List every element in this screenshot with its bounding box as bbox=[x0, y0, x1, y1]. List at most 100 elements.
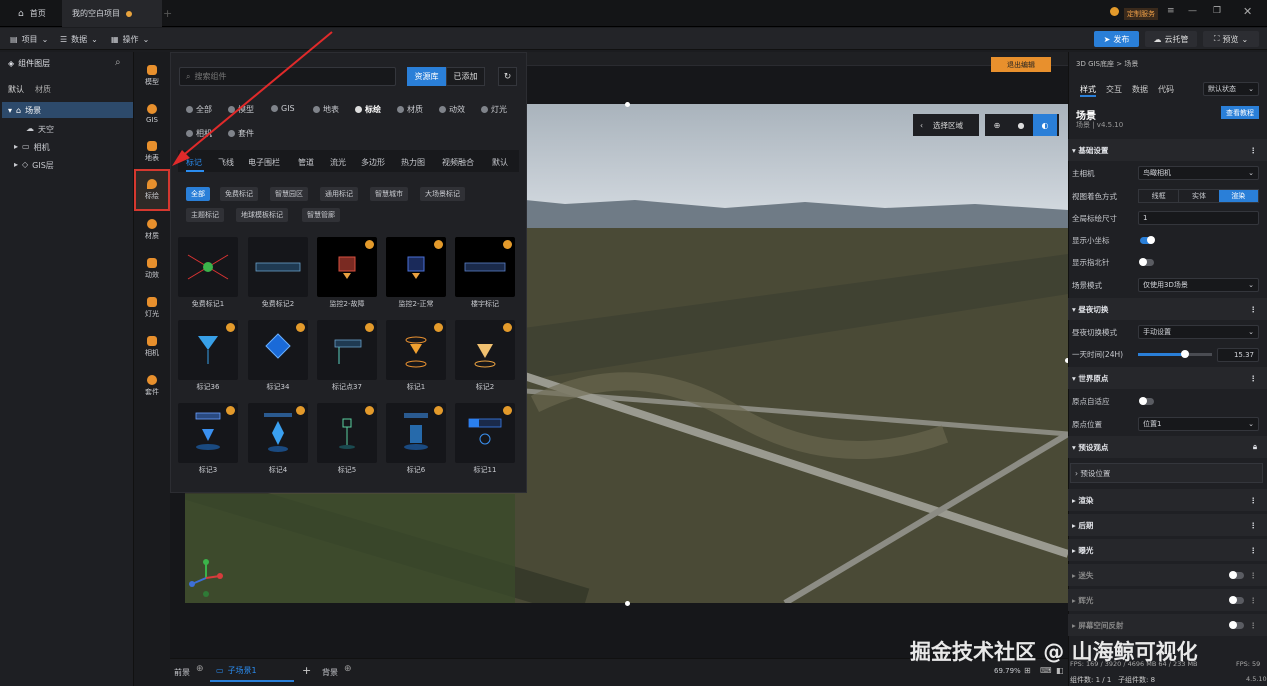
section-daynight[interactable]: ▾ 昼夜切换 ⋮ bbox=[1068, 298, 1267, 320]
section-post[interactable]: ▸ 后期 ⋮ bbox=[1068, 514, 1267, 536]
subtab-video[interactable]: 视频融合 bbox=[442, 157, 474, 168]
chip-theme[interactable]: 主题标记 bbox=[186, 208, 224, 222]
close-icon[interactable]: ✕ bbox=[1243, 5, 1252, 18]
data-menu[interactable]: ☰ 数据 ⌄ bbox=[60, 28, 98, 50]
search-icon[interactable]: ⌕ bbox=[115, 57, 121, 68]
filter-marker[interactable]: 标绘 bbox=[355, 104, 381, 115]
state-select[interactable]: 默认状态 ⌄ bbox=[1203, 82, 1259, 96]
added-button[interactable]: 已添加 bbox=[446, 67, 485, 86]
resize-handle-bottom[interactable] bbox=[625, 601, 630, 606]
layer-tab-default[interactable]: 默认 bbox=[8, 84, 24, 95]
marker-card[interactable] bbox=[317, 320, 377, 380]
layer-tab-material[interactable]: 材质 bbox=[35, 84, 51, 95]
wireframe-globe-icon[interactable]: ⊕ bbox=[985, 121, 1009, 130]
ops-menu[interactable]: ▦ 操作 ⌄ bbox=[111, 28, 149, 50]
layer-item-scene[interactable]: ▾ ⌂ 场景 bbox=[2, 102, 133, 118]
subtab-heatmap[interactable]: 热力图 bbox=[401, 157, 425, 168]
tab-data[interactable]: 数据 bbox=[1132, 84, 1148, 95]
view-wireframe[interactable]: 线框 bbox=[1139, 190, 1178, 202]
marker-card[interactable] bbox=[386, 237, 446, 297]
more-icon[interactable]: ⋮ bbox=[1250, 374, 1258, 383]
back-layer-tab[interactable]: 背景 bbox=[322, 667, 338, 678]
chip-pipe-gallery[interactable]: 智慧管廊 bbox=[302, 208, 340, 222]
marker-card[interactable] bbox=[178, 403, 238, 463]
more-icon[interactable]: ⋮ bbox=[1250, 621, 1258, 630]
chip-earth[interactable]: 地球模板标记 bbox=[236, 208, 288, 222]
select-area-button[interactable]: ‹ 选择区域 bbox=[913, 114, 979, 136]
exit-edit-button[interactable]: 退出编辑 bbox=[991, 57, 1051, 72]
tab-interaction[interactable]: 交互 bbox=[1106, 84, 1122, 95]
cat-light[interactable]: 灯光 bbox=[134, 290, 170, 326]
cloud-button[interactable]: ☁ 云托管 bbox=[1145, 31, 1197, 47]
project-menu[interactable]: ▤ 项目 ⌄ bbox=[10, 28, 48, 50]
more-icon[interactable]: ⋮ bbox=[1250, 521, 1258, 530]
cat-effect[interactable]: 动效 bbox=[134, 251, 170, 287]
resource-library-button[interactable]: 资源库 bbox=[407, 67, 446, 86]
sub-scene-tab[interactable]: ▭ 子场景1 bbox=[210, 660, 294, 682]
section-preset-view[interactable]: ▾ 预设观点 🔒︎ bbox=[1068, 436, 1267, 458]
panel-icon[interactable]: ◧ bbox=[1056, 666, 1064, 675]
menu-icon[interactable]: ≡ bbox=[1167, 6, 1175, 16]
marker-card[interactable] bbox=[455, 403, 515, 463]
cat-material[interactable]: 材质 bbox=[134, 212, 170, 248]
cat-kit[interactable]: 套件 bbox=[134, 368, 170, 404]
front-layer-tab[interactable]: 前景 bbox=[174, 667, 190, 678]
section-exposure[interactable]: ▸ 曝光 ⋮ bbox=[1068, 539, 1267, 561]
marker-card[interactable] bbox=[386, 403, 446, 463]
tab-project[interactable]: 我的空白项目 bbox=[62, 0, 162, 27]
ssr-toggle[interactable] bbox=[1229, 621, 1244, 629]
custom-service-button[interactable]: 定制服务 bbox=[1124, 8, 1158, 20]
render-mode-icon[interactable]: ◐ bbox=[1033, 114, 1057, 136]
section-render[interactable]: ▸ 渲染 ⋮ bbox=[1068, 489, 1267, 511]
time-input[interactable]: 15.37 bbox=[1217, 348, 1259, 362]
more-icon[interactable]: ⋮ bbox=[1250, 146, 1258, 155]
lock-icon[interactable]: 🔒︎ bbox=[1253, 442, 1257, 452]
tab-home[interactable]: ⌂ 首页 bbox=[8, 0, 56, 27]
minimize-icon[interactable]: — bbox=[1188, 6, 1197, 16]
resize-handle-top[interactable] bbox=[625, 102, 630, 107]
tab-style[interactable]: 样式 bbox=[1080, 84, 1096, 97]
more-icon[interactable]: ⋮ bbox=[1250, 571, 1258, 580]
chip-all[interactable]: 全部 bbox=[186, 187, 210, 201]
filter-effect[interactable]: 动效 bbox=[439, 104, 465, 115]
add-tab-icon[interactable]: + bbox=[163, 7, 172, 20]
chip-park[interactable]: 智慧园区 bbox=[270, 187, 308, 201]
view-render[interactable]: 渲染 bbox=[1218, 190, 1258, 202]
chip-large-scene[interactable]: 大场景标记 bbox=[420, 187, 465, 201]
more-icon[interactable]: ⋮ bbox=[1250, 496, 1258, 505]
more-icon[interactable]: ⋮ bbox=[1250, 305, 1258, 314]
add-scene-icon[interactable]: + bbox=[302, 664, 311, 677]
tutorial-button[interactable]: 查看教程 bbox=[1221, 106, 1259, 119]
show-compass-toggle[interactable] bbox=[1139, 258, 1154, 266]
marker-card[interactable] bbox=[386, 320, 446, 380]
refresh-icon[interactable]: ↻ bbox=[498, 67, 517, 86]
chip-city[interactable]: 智慧城市 bbox=[370, 187, 408, 201]
view-solid[interactable]: 实体 bbox=[1178, 190, 1218, 202]
chip-general[interactable]: 通用标记 bbox=[320, 187, 358, 201]
more-icon[interactable]: ⋮ bbox=[1250, 596, 1258, 605]
keyboard-icon[interactable]: ⌨ bbox=[1040, 666, 1052, 675]
marker-card[interactable] bbox=[248, 403, 308, 463]
time-slider-track[interactable] bbox=[1138, 350, 1212, 358]
global-size-input[interactable]: 1 bbox=[1138, 211, 1259, 225]
more-icon[interactable]: ⋮ bbox=[1250, 546, 1258, 555]
preset-position-item[interactable]: › 预设位置 bbox=[1070, 463, 1263, 483]
marker-card[interactable] bbox=[455, 320, 515, 380]
layer-item-camera[interactable]: ▸ ▭ 相机 bbox=[14, 142, 50, 153]
axis-gizmo[interactable] bbox=[186, 556, 226, 600]
publish-button[interactable]: ➤ 发布 bbox=[1094, 31, 1139, 47]
daynight-mode-select[interactable]: 手动设置 ⌄ bbox=[1138, 325, 1259, 339]
preview-button[interactable]: ⛶ 预览 ⌄ bbox=[1203, 31, 1259, 47]
marker-card[interactable] bbox=[178, 320, 238, 380]
origin-adapt-toggle[interactable] bbox=[1139, 397, 1154, 405]
marker-card[interactable] bbox=[248, 320, 308, 380]
marker-card[interactable] bbox=[317, 237, 377, 297]
show-coord-toggle[interactable] bbox=[1140, 236, 1155, 244]
subtab-polygon[interactable]: 多边形 bbox=[361, 157, 385, 168]
fit-icon[interactable]: ⊞ bbox=[1024, 666, 1031, 675]
origin-pos-select[interactable]: 位置1 ⌄ bbox=[1138, 417, 1259, 431]
fog-toggle[interactable] bbox=[1229, 571, 1244, 579]
glow-toggle[interactable] bbox=[1229, 596, 1244, 604]
tab-code[interactable]: 代码 bbox=[1158, 84, 1174, 95]
add-icon[interactable]: ⊕ bbox=[344, 664, 352, 674]
